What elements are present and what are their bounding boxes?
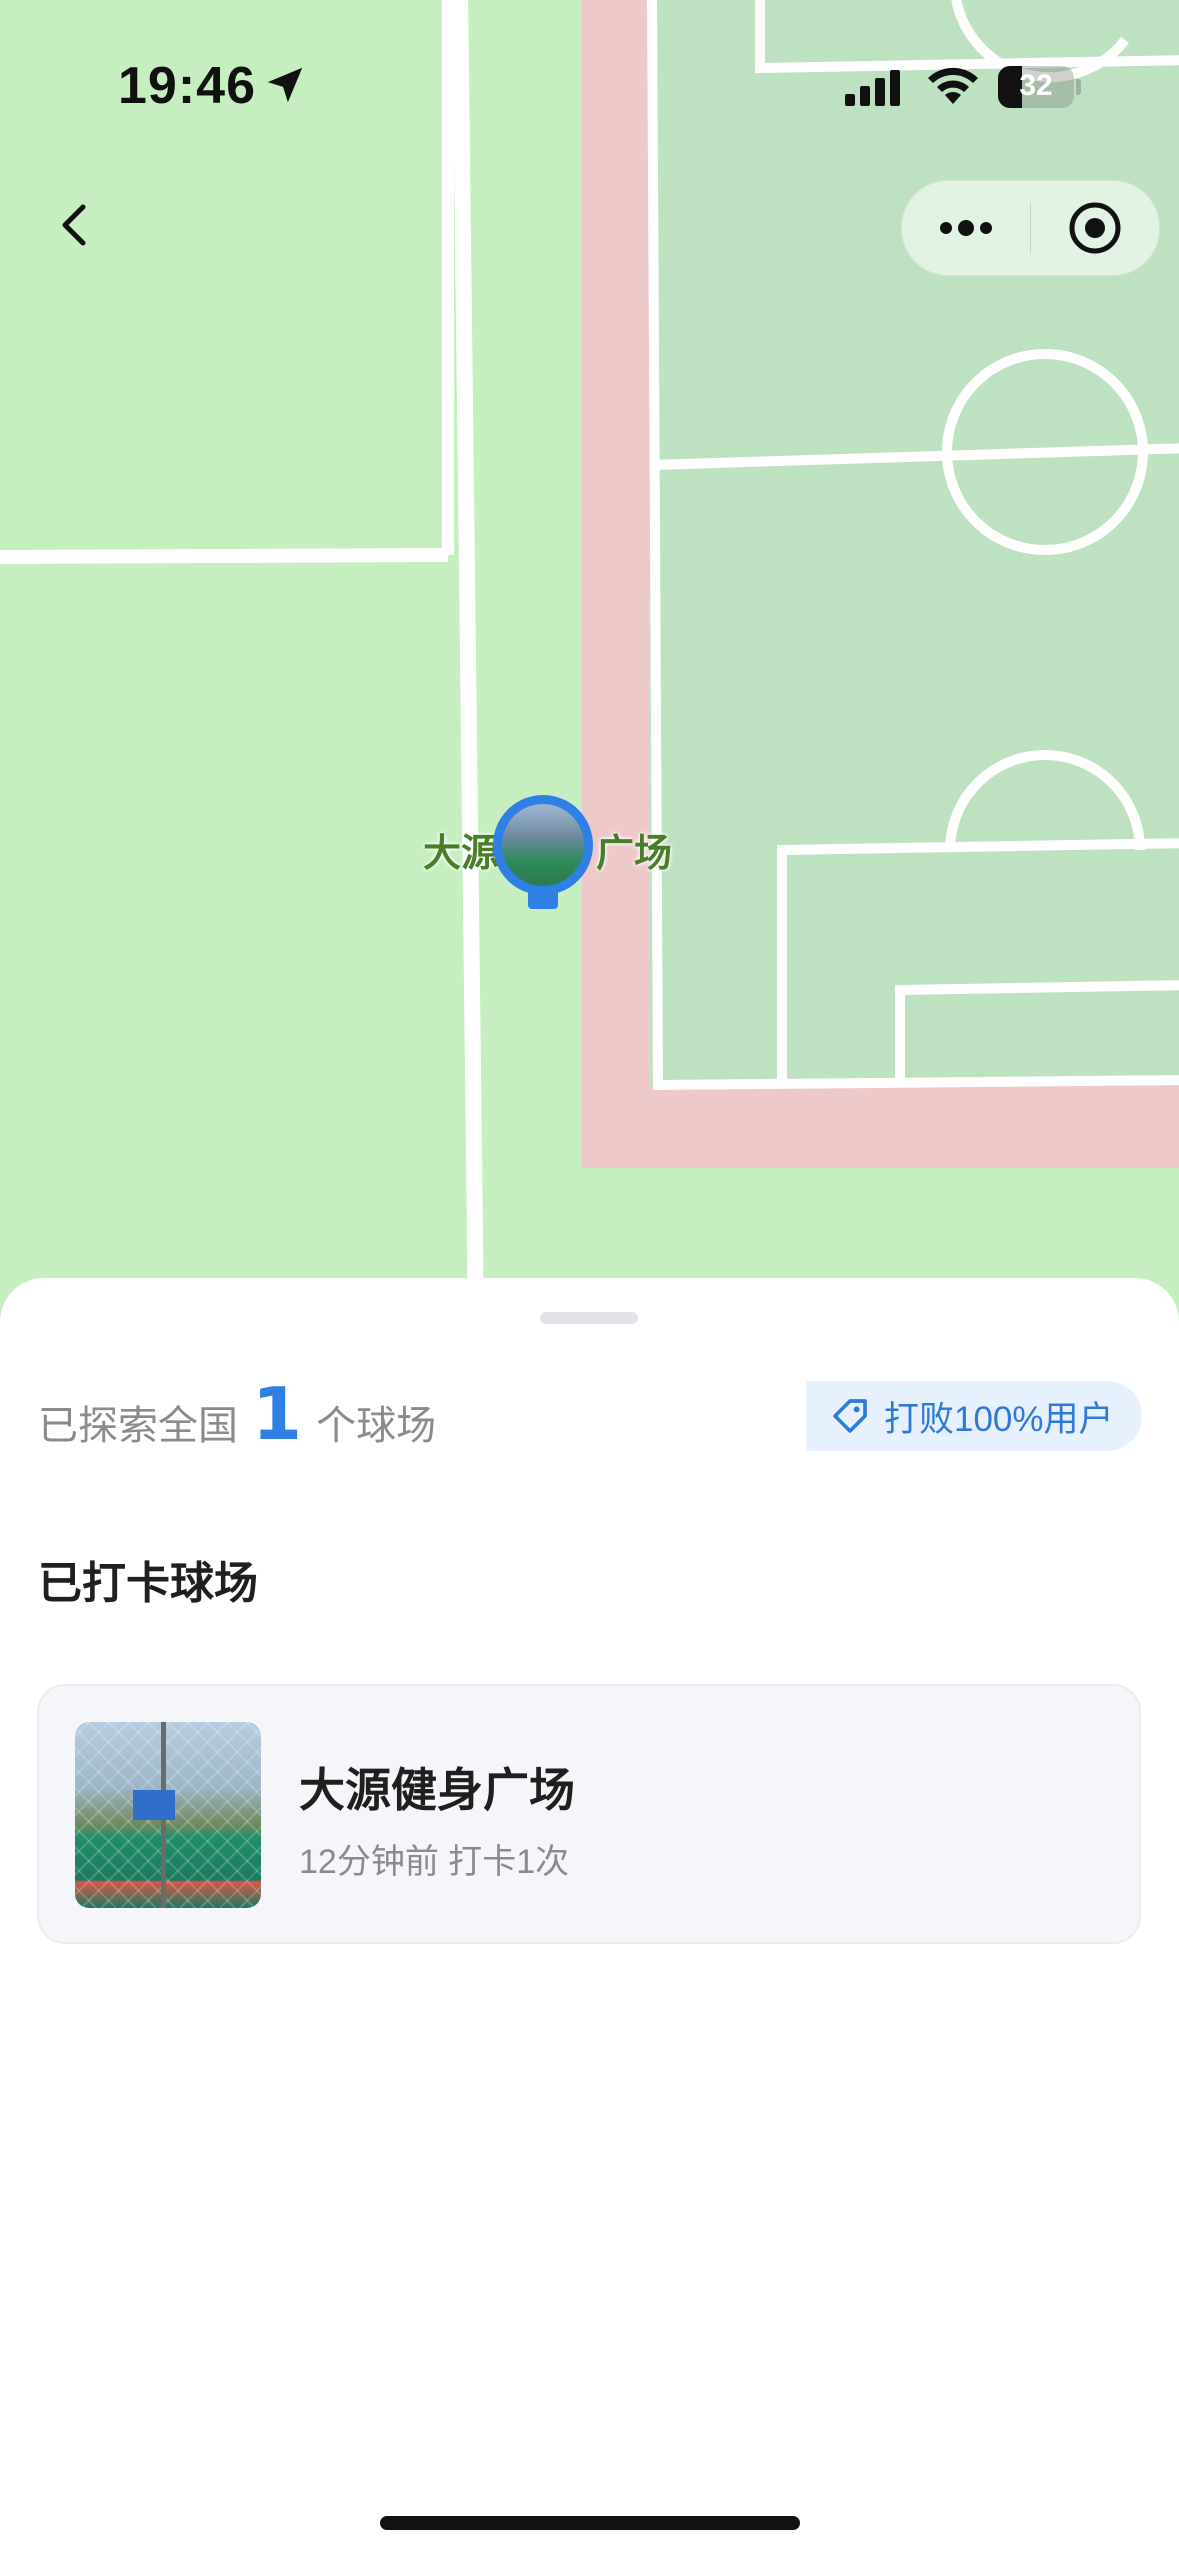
status-time: 19:46 xyxy=(118,57,256,115)
more-dots-icon xyxy=(940,220,992,236)
more-button[interactable] xyxy=(902,181,1030,275)
court-thumbnail xyxy=(75,1722,261,1908)
home-indicator[interactable] xyxy=(380,2516,800,2530)
explore-count: 1 xyxy=(252,1372,303,1456)
map-marker-label-right[interactable]: 广场 xyxy=(596,822,672,877)
status-bar: 19:46 32 xyxy=(0,0,1179,180)
chevron-left-icon xyxy=(62,204,86,246)
sheet-drag-handle[interactable] xyxy=(540,1312,638,1324)
explore-summary: 已探索全国 1 个球场 xyxy=(38,1372,436,1456)
explore-suffix: 个球场 xyxy=(316,1404,437,1448)
tag-icon xyxy=(830,1396,870,1436)
court-marker-photo xyxy=(502,804,584,886)
map-marker-label[interactable]: 大源 xyxy=(423,822,499,877)
court-map-marker[interactable] xyxy=(493,795,593,910)
battery-icon: 32 xyxy=(998,66,1074,108)
miniprogram-capsule xyxy=(901,180,1160,276)
cellular-signal-icon xyxy=(845,70,900,106)
location-arrow-icon xyxy=(267,67,303,103)
court-card[interactable]: 大源健身广场 12分钟前 打卡1次 xyxy=(37,1684,1141,1944)
court-name: 大源健身广场 xyxy=(299,1764,575,1816)
beat-users-badge: 打败100%用户 xyxy=(806,1381,1142,1451)
battery-level: 32 xyxy=(1019,69,1053,102)
court-checkin-meta: 12分钟前 打卡1次 xyxy=(299,1843,570,1881)
checked-in-courts-title: 已打卡球场 xyxy=(38,1559,258,1608)
back-button[interactable] xyxy=(40,190,110,260)
beat-users-text: 打败100%用户 xyxy=(884,1399,1114,1439)
wifi-icon xyxy=(928,67,978,104)
close-miniprogram-button[interactable] xyxy=(1031,181,1159,275)
explore-prefix: 已探索全国 xyxy=(38,1404,238,1448)
target-circle-icon xyxy=(1069,202,1121,254)
